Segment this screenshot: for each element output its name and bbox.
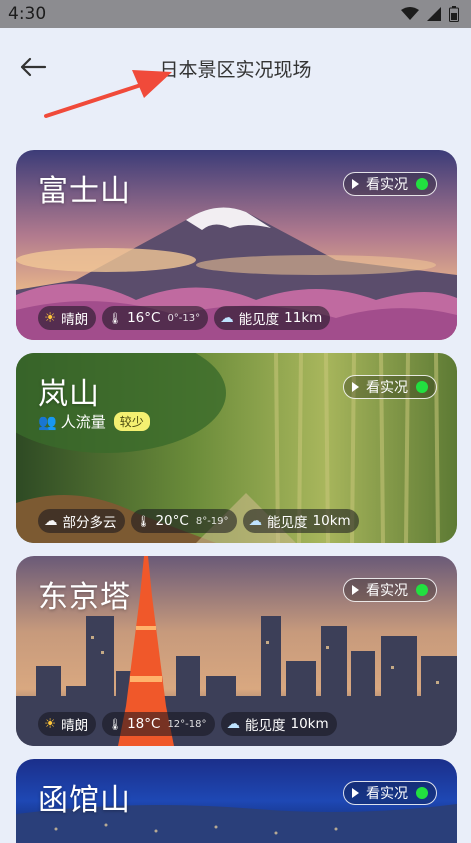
play-icon (352, 788, 359, 798)
visibility-icon: ☁ (248, 513, 263, 529)
card-title: 岚山 (38, 377, 100, 412)
live-status-dot (416, 178, 428, 190)
visibility-icon: ☁ (220, 310, 234, 326)
visibility-label: 能见度 (267, 515, 308, 531)
signal-icon (427, 7, 441, 21)
weather-info-row: ☀ 晴朗 🌡 18°C 12°-18° ☁ 能见度 10km (38, 712, 337, 736)
cloud-icon: ☁ (44, 513, 58, 529)
weather-text: 晴朗 (61, 312, 89, 328)
temperature-range: 12°-18° (167, 718, 207, 730)
live-status-dot (416, 787, 428, 799)
weather-chip: ☀ 晴朗 (38, 306, 97, 330)
wifi-icon (401, 7, 419, 20)
visibility-chip: ☁ 能见度 10km (220, 712, 337, 736)
page-title: 日本景区实况现场 (159, 59, 312, 81)
weather-text: 晴朗 (61, 718, 89, 734)
thermometer-icon: 🌡 (136, 514, 151, 528)
thermometer-icon: 🌡 (108, 311, 123, 325)
watch-live-button[interactable]: 看实况 (343, 781, 437, 805)
status-time: 4:30 (8, 4, 47, 24)
live-status-dot (416, 584, 428, 596)
play-icon (352, 179, 359, 189)
weather-text: 部分多云 (62, 515, 117, 531)
play-icon (352, 382, 359, 392)
crowd-indicator: 👥 人流量 较少 (38, 411, 150, 432)
weather-info-row: ☁ 部分多云 🌡 20°C 8°-19° ☁ 能见度 10km (38, 509, 359, 533)
crowd-label: 人流量 (60, 413, 106, 431)
visibility-value: 11km (284, 310, 323, 326)
temperature-chip: 🌡 18°C 12°-18° (102, 712, 215, 736)
watch-live-label: 看实况 (366, 177, 408, 193)
crowd-level-badge: 较少 (113, 412, 150, 431)
battery-icon (449, 6, 459, 22)
scenic-card-hakodate[interactable]: 函馆山 看实况 (16, 759, 457, 843)
card-title: 富士山 (38, 174, 131, 209)
visibility-value: 10km (290, 716, 329, 732)
watch-live-label: 看实况 (366, 786, 408, 802)
visibility-chip: ☁ 能见度 11km (214, 306, 331, 330)
temperature-range: 8°-19° (195, 515, 229, 527)
watch-live-label: 看实况 (366, 583, 408, 599)
thermometer-icon: 🌡 (108, 717, 123, 731)
card-title: 东京塔 (38, 580, 131, 615)
scenic-card-fuji[interactable]: 富士山 看实况 ☀ 晴朗 🌡 16°C 0°-13° ☁ 能见度 11km (16, 150, 457, 340)
visibility-icon: ☁ (226, 716, 241, 732)
people-icon: 👥 (38, 412, 57, 431)
scenic-card-list: 富士山 看实况 ☀ 晴朗 🌡 16°C 0°-13° ☁ 能见度 11km 岚山… (16, 150, 457, 843)
card-title: 函馆山 (38, 783, 131, 818)
app-bar: 日本景区实况现场 (0, 28, 471, 108)
temperature-chip: 🌡 20°C 8°-19° (130, 509, 237, 533)
weather-info-row: ☀ 晴朗 🌡 16°C 0°-13° ☁ 能见度 11km (38, 306, 331, 330)
watch-live-button[interactable]: 看实况 (343, 578, 437, 602)
watch-live-button[interactable]: 看实况 (343, 375, 437, 399)
watch-live-button[interactable]: 看实况 (343, 172, 437, 196)
watch-live-label: 看实况 (366, 380, 408, 396)
visibility-chip: ☁ 能见度 10km (242, 509, 359, 533)
sun-icon: ☀ (44, 716, 57, 732)
live-status-dot (416, 381, 428, 393)
scenic-card-tokyo-tower[interactable]: 东京塔 看实况 ☀ 晴朗 🌡 18°C 12°-18° ☁ 能见度 10km (16, 556, 457, 746)
visibility-label: 能见度 (245, 718, 286, 734)
play-icon (352, 585, 359, 595)
temperature-text: 18°C (127, 716, 161, 732)
temperature-chip: 🌡 16°C 0°-13° (102, 306, 209, 330)
scenic-card-arashiyama[interactable]: 岚山 👥 人流量 较少 看实况 ☁ 部分多云 🌡 20°C 8°-19° ☁ 能… (16, 353, 457, 543)
visibility-label: 能见度 (238, 312, 280, 328)
status-icons (401, 6, 459, 22)
temperature-text: 20°C (155, 513, 189, 529)
weather-chip: ☁ 部分多云 (38, 509, 125, 533)
temperature-range: 0°-13° (167, 312, 201, 324)
sun-icon: ☀ (44, 310, 57, 326)
status-bar: 4:30 (0, 0, 471, 28)
weather-chip: ☀ 晴朗 (38, 712, 97, 736)
visibility-value: 10km (312, 513, 351, 529)
temperature-text: 16°C (127, 310, 161, 326)
